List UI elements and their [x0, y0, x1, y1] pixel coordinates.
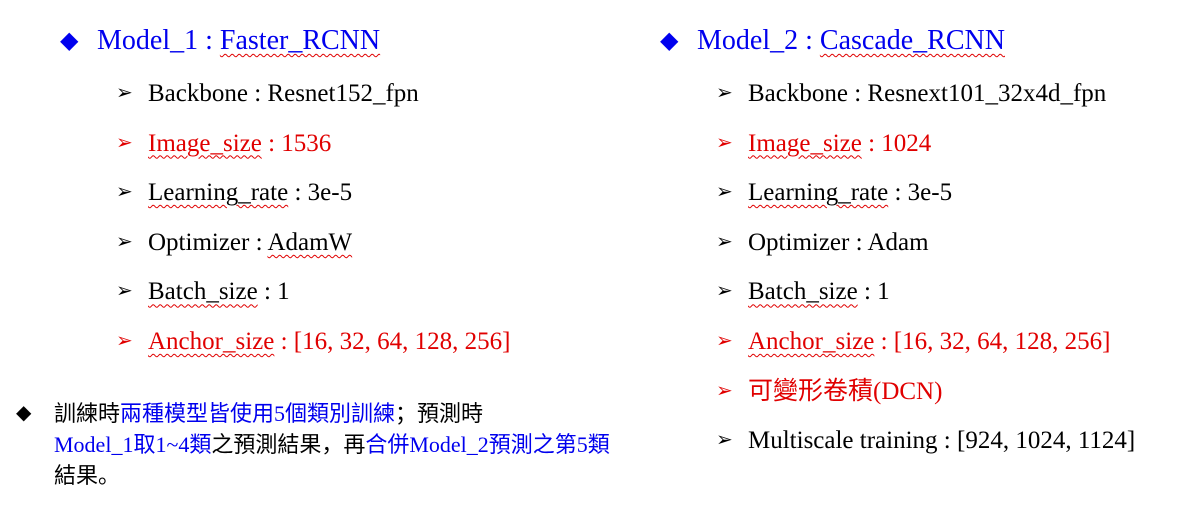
note-segment-highlight: 兩種模型皆使用5個類別訓練 [120, 401, 396, 426]
list-item: ➢ Anchor_size : [16, 32, 64, 128, 256] [116, 320, 510, 370]
list-item: ➢ Image_size : 1024 [716, 122, 1135, 172]
param-sep: : [888, 179, 908, 207]
arrow-bullet-icon: ➢ [116, 181, 133, 204]
model-1-params-list: ➢ Backbone : Resnet152_fpn ➢ Image_size : … [116, 72, 510, 370]
param-sep: : [249, 228, 268, 256]
arrow-bullet-icon: ➢ [716, 429, 733, 452]
arrow-bullet-icon: ➢ [716, 131, 733, 154]
param-label: Optimizer [748, 228, 850, 256]
param-label: Batch_size [748, 278, 858, 306]
param-label: Image_size [748, 129, 862, 157]
param-value: [924, 1024, 1124] [957, 427, 1136, 455]
training-note: ◆ 訓練時兩種模型皆使用5個類別訓練；預測時 Model_1取1~4類之預測結果，… [16, 398, 616, 491]
param-value: 1 [877, 278, 890, 306]
arrow-bullet-icon: ➢ [116, 280, 133, 303]
param-sep: : [849, 228, 868, 256]
param-sep: : [288, 179, 308, 207]
training-note-text: 訓練時兩種模型皆使用5個類別訓練；預測時 Model_1取1~4類之預測結果，再合… [54, 398, 616, 491]
note-segment: 訓練時 [54, 401, 121, 426]
note-segment-highlight: Model_1取1~4類 [54, 432, 212, 457]
param-value: 1 [277, 278, 290, 306]
list-item: ➢ Batch_size : 1 [716, 270, 1135, 320]
param-sep: : [261, 129, 282, 157]
param-value: 1024 [881, 129, 932, 157]
param-sep: : [274, 327, 294, 355]
param-label: Backbone [148, 80, 248, 107]
param-value: Adam [867, 228, 929, 256]
list-item: ➢ Learning_rate : 3e-5 [116, 171, 510, 221]
list-item: ➢ Backbone : Resnext101_32x4d_fpn [716, 72, 1135, 122]
note-segment: 之預測結果，再 [211, 432, 366, 457]
param-sep: : [847, 80, 868, 107]
arrow-bullet-icon: ➢ [716, 181, 733, 204]
list-item: ➢ Multiscale training : [924, 1024, 1124] [716, 419, 1135, 469]
model-1-heading-name: Faster_RCNN [219, 25, 381, 56]
model-1-heading-prefix: Model_1 : [97, 25, 220, 56]
param-label: Learning_rate [748, 179, 889, 207]
param-value: Resnext101_32x4d_fpn [867, 80, 1107, 107]
param-sep: : [937, 427, 957, 455]
arrow-bullet-icon: ➢ [716, 230, 733, 253]
list-item: ➢ Backbone : Resnet152_fpn [116, 72, 510, 122]
param-label: Batch_size [148, 278, 258, 306]
param-sep: : [861, 129, 882, 157]
model-2-params-list: ➢ Backbone : Resnext101_32x4d_fpn ➢ Image_… [716, 72, 1135, 469]
param-label: Multiscale training [748, 427, 938, 455]
arrow-bullet-icon: ➢ [716, 379, 733, 402]
diamond-icon: ◆ [60, 28, 79, 54]
param-value: AdamW [267, 228, 353, 256]
arrow-bullet-icon: ➢ [116, 230, 133, 253]
arrow-bullet-icon: ➢ [116, 82, 133, 104]
param-value: 1536 [281, 129, 332, 157]
arrow-bullet-icon: ➢ [716, 329, 733, 352]
list-item: ➢ Batch_size : 1 [116, 270, 510, 320]
param-label: Optimizer [148, 228, 250, 256]
diamond-icon: ◆ [660, 28, 679, 54]
param-label: 可變形卷積(DCN) [748, 377, 943, 405]
model-1-heading: ◆ Model_1 : Faster_RCNN [60, 22, 380, 60]
param-value: [16, 32, 64, 128, 256] [293, 327, 511, 355]
param-value: Resnet152_fpn [267, 80, 419, 107]
param-sep: : [247, 80, 268, 107]
param-value: [16, 32, 64, 128, 256] [893, 327, 1111, 355]
param-label: Image_size [148, 129, 262, 157]
param-label: Learning_rate [148, 179, 289, 207]
param-sep: : [874, 327, 894, 355]
note-segment-highlight: 合併Model_2預測之第5類 [365, 432, 610, 457]
arrow-bullet-icon: ➢ [116, 329, 133, 352]
param-label: Anchor_size [748, 327, 875, 355]
param-label: Backbone [748, 80, 848, 107]
param-sep: : [257, 278, 278, 306]
arrow-bullet-icon: ➢ [716, 280, 733, 303]
model-2-heading: ◆ Model_2 : Cascade_RCNN [660, 22, 1005, 60]
diamond-icon: ◆ [16, 402, 32, 424]
note-segment: ；預測時 [395, 401, 484, 426]
param-value: 3e-5 [907, 179, 953, 207]
list-item: ➢ Anchor_size : [16, 32, 64, 128, 256] [716, 320, 1135, 370]
arrow-bullet-icon: ➢ [116, 131, 133, 154]
note-segment: 結果。 [54, 463, 121, 488]
list-item: ➢ Learning_rate : 3e-5 [716, 171, 1135, 221]
model-2-heading-name: Cascade_RCNN [819, 25, 1005, 56]
list-item: ➢ Optimizer : Adam [716, 221, 1135, 271]
param-label: Anchor_size [148, 327, 275, 355]
list-item: ➢ Image_size : 1536 [116, 122, 510, 172]
param-sep: : [857, 278, 878, 306]
list-item: ➢ 可變形卷積(DCN) [716, 370, 1135, 420]
model-2-heading-prefix: Model_2 : [697, 25, 820, 56]
arrow-bullet-icon: ➢ [716, 82, 733, 104]
list-item: ➢ Optimizer : AdamW [116, 221, 510, 271]
param-value: 3e-5 [307, 179, 353, 207]
